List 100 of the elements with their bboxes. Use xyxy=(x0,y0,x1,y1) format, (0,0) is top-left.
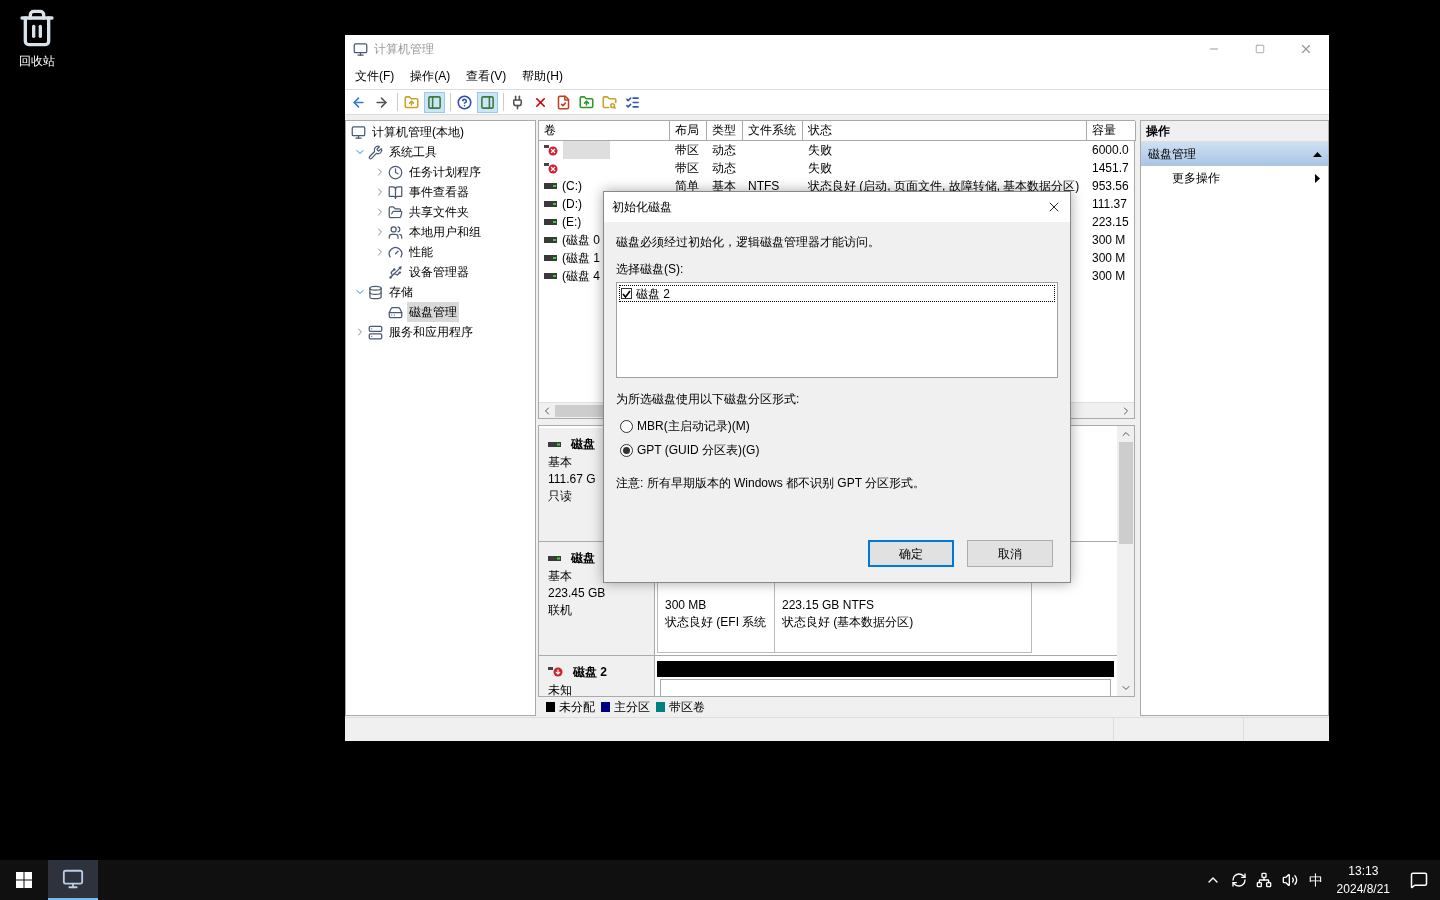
toolbar-button[interactable] xyxy=(477,91,498,113)
tree-item[interactable]: 服务和应用程序 xyxy=(387,322,475,342)
column-header[interactable]: 状态 xyxy=(803,121,1087,141)
clock[interactable]: 13:13 2024/8/21 xyxy=(1328,862,1398,898)
scrollbar-thumb[interactable] xyxy=(1118,442,1133,544)
gauge-icon xyxy=(388,244,403,260)
partition-size: 300 MB xyxy=(665,597,708,614)
actions-title: 操作 xyxy=(1141,121,1328,142)
folder-up-icon xyxy=(579,94,594,110)
folder-icon xyxy=(388,204,403,220)
book-icon xyxy=(388,184,403,200)
table-cell-text: 300 M xyxy=(1092,232,1126,249)
sync-icon[interactable] xyxy=(1230,872,1247,888)
tree-item[interactable]: 计算机管理(本地) xyxy=(370,122,466,142)
panel-icon xyxy=(480,94,495,110)
action-link[interactable]: 更多操作 xyxy=(1141,166,1328,190)
computer-management-icon xyxy=(62,868,84,890)
menu-item[interactable]: 查看(V) xyxy=(460,66,513,86)
radio-label: MBR(主启动记录)(M) xyxy=(637,418,750,435)
folder-up-icon xyxy=(404,94,419,110)
table-cell-text: 300 M xyxy=(1092,250,1126,267)
disk-list-label: 选择磁盘(S): xyxy=(616,261,685,277)
tree-item[interactable]: 系统工具 xyxy=(387,142,439,162)
collapse-triangle-icon xyxy=(1313,151,1322,157)
taskbar-app-button[interactable] xyxy=(48,860,98,900)
plug-icon xyxy=(510,94,525,110)
tree-item[interactable]: 事件查看器 xyxy=(407,182,471,202)
network-icon[interactable] xyxy=(1255,872,1272,888)
actions-section-header[interactable]: 磁盘管理 xyxy=(1141,142,1328,166)
storage-icon xyxy=(368,284,383,300)
table-cell-text: 1451.7 xyxy=(1092,160,1129,177)
window-title: 计算机管理 xyxy=(374,41,434,58)
input-method-indicator[interactable]: 中 xyxy=(1308,869,1323,891)
disk-error-icon xyxy=(548,666,563,678)
disk-type: 未知 xyxy=(548,682,572,696)
disk-list-text: 磁盘 2 xyxy=(636,285,670,303)
dialog-button[interactable]: 确定 xyxy=(868,540,954,567)
radio-button[interactable] xyxy=(620,419,633,433)
table-cell-text: 带区 xyxy=(675,160,699,177)
forward-icon xyxy=(374,94,389,110)
document-check-icon xyxy=(556,94,571,110)
table-cell-text: 动态 xyxy=(712,142,736,159)
dialog-title: 初始化磁盘 xyxy=(612,199,672,216)
legend-label: 带区卷 xyxy=(669,698,705,716)
list-icon xyxy=(625,94,640,110)
menu-item[interactable]: 帮助(H) xyxy=(516,66,569,86)
tree-item[interactable]: 本地用户和组 xyxy=(407,222,483,242)
notification-icon[interactable] xyxy=(1410,871,1428,889)
volume-cell[interactable]: (磁盘 0 xyxy=(562,231,600,249)
tree-item[interactable]: 存储 xyxy=(387,282,415,302)
table-cell-text: 基本 xyxy=(712,178,736,195)
table-cell-text: 动态 xyxy=(712,160,736,177)
tree-item[interactable]: 任务计划程序 xyxy=(407,162,483,182)
menu-item[interactable]: 操作(A) xyxy=(404,66,457,86)
partition-status: 状态良好 (基本数据分区) xyxy=(782,614,915,631)
volume-cell[interactable]: (磁盘 4 xyxy=(562,267,600,285)
disk-state: 只读 xyxy=(548,488,572,505)
column-header[interactable]: 容量 xyxy=(1087,121,1136,141)
tree-item[interactable]: 设备管理器 xyxy=(407,262,471,282)
help-icon xyxy=(457,94,472,110)
back-icon xyxy=(351,94,366,110)
submenu-triangle-icon xyxy=(1315,173,1320,183)
device-icon xyxy=(388,264,403,280)
tree-item[interactable]: 磁盘管理 xyxy=(407,302,459,322)
column-header[interactable]: 卷 xyxy=(539,121,670,141)
legend-label: 主分区 xyxy=(614,698,650,716)
table-cell-text: NTFS xyxy=(748,178,780,195)
legend-label: 未分配 xyxy=(559,698,595,716)
column-header[interactable]: 布局 xyxy=(670,121,707,141)
disk-list-item[interactable]: 磁盘 2 xyxy=(619,285,1055,302)
disk-name: 磁盘 2 xyxy=(573,664,607,681)
checkbox[interactable] xyxy=(621,288,632,299)
desktop-icon-label[interactable]: 回收站 xyxy=(19,52,55,70)
folder-search-icon xyxy=(602,94,617,110)
column-header[interactable]: 文件系统 xyxy=(743,121,803,141)
tree-item[interactable]: 共享文件夹 xyxy=(407,202,471,222)
column-header[interactable]: 类型 xyxy=(707,121,743,141)
radio-button[interactable] xyxy=(620,443,633,457)
tree-item[interactable]: 性能 xyxy=(407,242,435,262)
table-cell-text: 失败 xyxy=(808,142,832,159)
dialog-note: 注意: 所有早期版本的 Windows 都不识别 GPT 分区形式。 xyxy=(616,475,927,491)
radio-label: GPT (GUID 分区表)(G) xyxy=(637,442,760,459)
toolbar-button[interactable] xyxy=(424,91,445,113)
table-cell-text: 111.37 xyxy=(1092,196,1127,213)
maximize-icon xyxy=(1255,44,1265,54)
disk-name: 磁盘 xyxy=(571,436,595,453)
clock-icon xyxy=(388,164,403,180)
checkmark-icon xyxy=(622,289,631,298)
drive-icon xyxy=(388,304,403,320)
dialog-message: 磁盘必须经过初始化，逻辑磁盘管理器才能访问。 xyxy=(616,234,881,250)
tools-icon xyxy=(368,144,383,160)
table-cell-text: 953.56 xyxy=(1092,178,1129,195)
computer-icon xyxy=(351,124,366,140)
disk-size: 223.45 GB xyxy=(548,585,606,602)
dialog-button[interactable]: 取消 xyxy=(967,540,1053,567)
close-icon xyxy=(1299,42,1313,56)
menu-item[interactable]: 文件(F) xyxy=(349,66,401,86)
volume-icon[interactable] xyxy=(1281,872,1298,888)
disk-state: 联机 xyxy=(548,602,572,619)
volume-cell[interactable]: (磁盘 1 xyxy=(562,249,600,267)
